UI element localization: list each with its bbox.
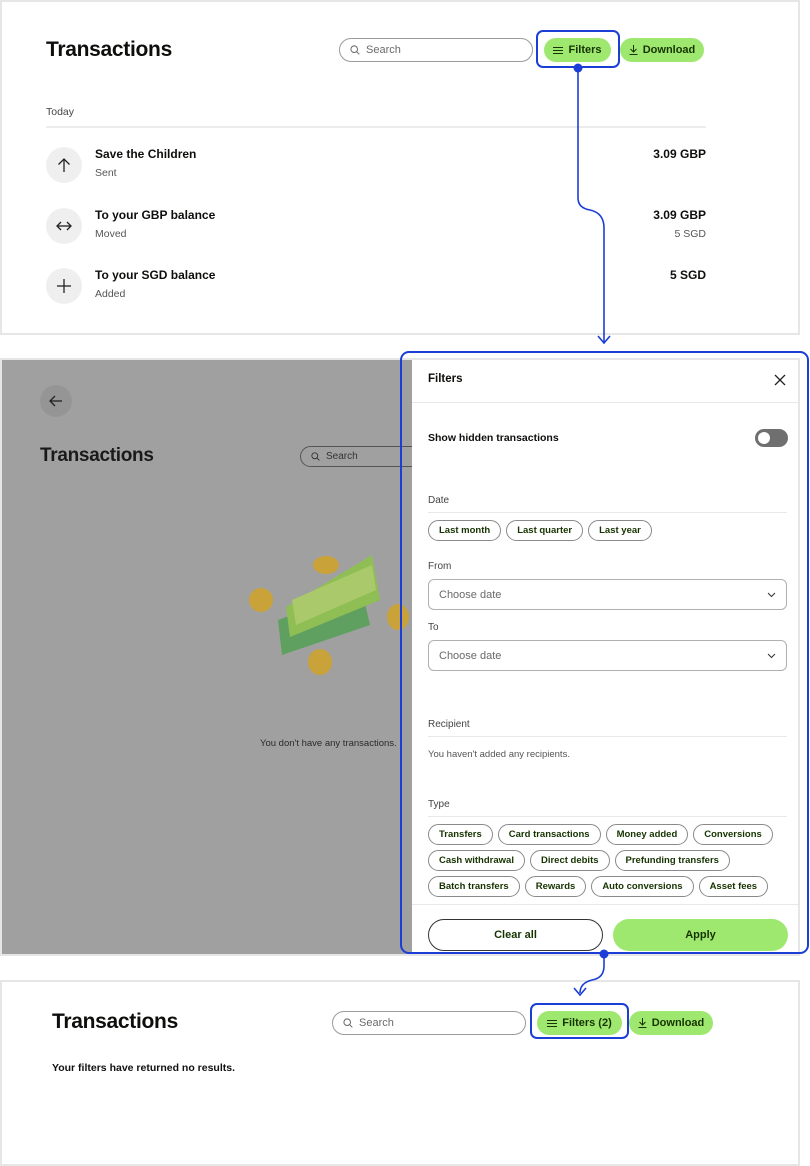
- connector-dot: [573, 63, 583, 73]
- connector-line: [579, 954, 605, 994]
- connector-line: [577, 68, 605, 342]
- connector-dot: [599, 949, 609, 959]
- flow-connectors: [573, 63, 611, 997]
